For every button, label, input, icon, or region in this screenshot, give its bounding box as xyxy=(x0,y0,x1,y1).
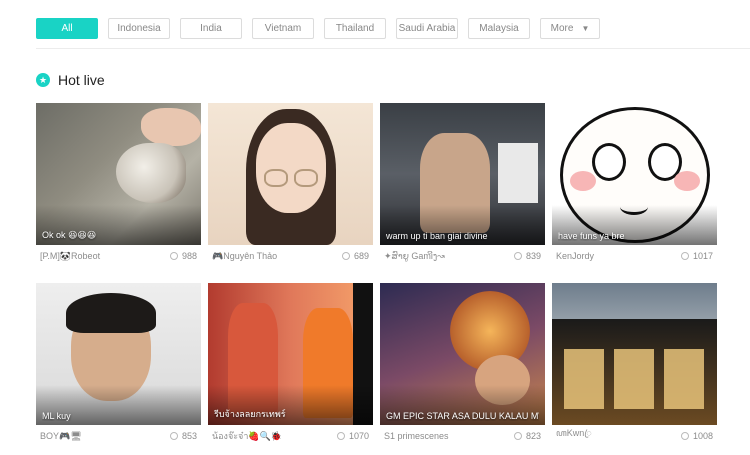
stream-card[interactable]: ML kuy BOY🎮🖥 853 xyxy=(36,283,201,447)
streamer-name[interactable]: S1 primescenes xyxy=(384,431,449,441)
streamer-name[interactable]: [P.M]🐼Robeot xyxy=(40,251,100,262)
viewer-count: 823 xyxy=(513,431,541,441)
viewer-count: 689 xyxy=(341,251,369,261)
thumb-art xyxy=(564,349,604,409)
viewer-count-value: 988 xyxy=(181,251,197,261)
streamer-name[interactable]: 🎮Nguyên Thảo xyxy=(212,251,277,262)
stream-thumbnail[interactable]: GM EPIC STAR ASA DULU KALAU MW WLIT xyxy=(380,283,545,425)
section-header: ★ Hot live xyxy=(36,72,105,88)
user-icon xyxy=(680,432,689,440)
stream-thumbnail[interactable] xyxy=(208,103,373,245)
section-title: Hot live xyxy=(58,72,105,88)
viewer-count: 853 xyxy=(169,431,197,441)
thumb-art xyxy=(570,171,596,191)
viewer-count: 1008 xyxy=(680,431,713,441)
thumb-art xyxy=(116,143,186,203)
thumb-art xyxy=(614,349,654,409)
user-icon xyxy=(341,252,350,260)
streamer-name[interactable]: KenJordy xyxy=(556,251,594,261)
thumb-art xyxy=(264,169,288,187)
streamer-name[interactable]: BOY🎮🖥 xyxy=(40,431,82,442)
stream-caption: warm up ti ban giai divine xyxy=(386,231,488,241)
streamer-name[interactable]: ꦲKwnꦿ xyxy=(556,427,592,445)
stream-meta: 🎮Nguyên Thảo 689 xyxy=(208,245,373,267)
filter-malaysia[interactable]: Malaysia xyxy=(468,18,530,39)
viewer-count-value: 1070 xyxy=(348,431,369,441)
filter-saudi-arabia[interactable]: Saudi Arabia xyxy=(396,18,458,39)
stream-card[interactable]: have funs ya bre KenJordy 1017 xyxy=(552,103,717,267)
filter-india[interactable]: India xyxy=(180,18,242,39)
stream-thumbnail[interactable]: warm up ti ban giai divine xyxy=(380,103,545,245)
thumb-art xyxy=(66,293,156,333)
chevron-down-icon: ▼ xyxy=(581,24,590,33)
stream-thumbnail[interactable]: รีบจ้างลลยกรเทพร์ xyxy=(208,283,373,425)
streamer-name[interactable]: น้องจ๊ะจ๋า🍓🔍🐞 xyxy=(212,429,282,443)
user-icon xyxy=(336,432,345,440)
viewer-count: 1017 xyxy=(680,251,713,261)
stream-meta: น้องจ๊ะจ๋า🍓🔍🐞 1070 xyxy=(208,425,373,447)
filter-indonesia[interactable]: Indonesia xyxy=(108,18,170,39)
viewer-count: 988 xyxy=(169,251,197,261)
stream-thumbnail[interactable]: have funs ya bre xyxy=(552,103,717,245)
stream-caption: GM EPIC STAR ASA DULU KALAU MW WLIT xyxy=(386,411,539,421)
viewer-count-value: 839 xyxy=(525,251,541,261)
stream-meta: KenJordy 1017 xyxy=(552,245,717,267)
viewer-count: 1070 xyxy=(336,431,369,441)
viewer-count-value: 823 xyxy=(525,431,541,441)
more-label: More xyxy=(550,23,574,34)
user-icon xyxy=(169,432,178,440)
stream-thumbnail[interactable]: Ok ok 😆😆😆 xyxy=(36,103,201,245)
user-icon xyxy=(680,252,689,260)
viewer-count-value: 1017 xyxy=(692,251,713,261)
streamer-name[interactable]: ✦ສົາຍູ Gamiິງ↝ xyxy=(384,251,445,262)
stream-caption: Ok ok 😆😆😆 xyxy=(42,230,97,240)
stream-thumbnail[interactable] xyxy=(552,283,717,425)
viewer-count-value: 1008 xyxy=(692,431,713,441)
filter-more-dropdown[interactable]: More ▼ xyxy=(540,18,600,39)
stream-meta: [P.M]🐼Robeot 988 xyxy=(36,245,201,267)
filter-divider xyxy=(36,48,750,49)
viewer-count-value: 853 xyxy=(181,431,197,441)
stream-caption: have funs ya bre xyxy=(558,231,625,241)
filter-vietnam[interactable]: Vietnam xyxy=(252,18,314,39)
country-filter-bar: All Indonesia India Vietnam Thailand Sau… xyxy=(36,18,600,39)
thumb-art xyxy=(141,108,201,146)
stream-meta: ꦲKwnꦿ 1008 xyxy=(552,425,717,447)
stream-card[interactable]: 🎮Nguyên Thảo 689 xyxy=(208,103,373,267)
stream-card[interactable]: รีบจ้างลลยกรเทพร์ น้องจ๊ะจ๋า🍓🔍🐞 1070 xyxy=(208,283,373,447)
filter-all[interactable]: All xyxy=(36,18,98,39)
stream-meta: BOY🎮🖥 853 xyxy=(36,425,201,447)
thumb-art xyxy=(592,143,626,181)
stream-card[interactable]: warm up ti ban giai divine ✦ສົາຍູ Gamiິງ… xyxy=(380,103,545,267)
thumb-art xyxy=(294,169,318,187)
stream-card[interactable]: Ok ok 😆😆😆 [P.M]🐼Robeot 988 xyxy=(36,103,201,267)
filter-thailand[interactable]: Thailand xyxy=(324,18,386,39)
user-icon xyxy=(169,252,178,260)
stream-caption: ML kuy xyxy=(42,411,71,421)
live-stream-grid: Ok ok 😆😆😆 [P.M]🐼Robeot 988 🎮Nguyên Thảo … xyxy=(36,103,717,447)
thumb-art xyxy=(498,143,538,203)
stream-meta: ✦ສົາຍູ Gamiິງ↝ 839 xyxy=(380,245,545,267)
star-icon: ★ xyxy=(36,73,50,87)
stream-caption: รีบจ้างลลยกรเทพร์ xyxy=(214,409,286,419)
stream-card[interactable]: GM EPIC STAR ASA DULU KALAU MW WLIT S1 p… xyxy=(380,283,545,447)
viewer-count: 839 xyxy=(513,251,541,261)
user-icon xyxy=(513,432,522,440)
stream-thumbnail[interactable]: ML kuy xyxy=(36,283,201,425)
stream-meta: S1 primescenes 823 xyxy=(380,425,545,447)
thumb-art xyxy=(664,349,704,409)
thumb-art xyxy=(674,171,700,191)
viewer-count-value: 689 xyxy=(353,251,369,261)
stream-card[interactable]: ꦲKwnꦿ 1008 xyxy=(552,283,717,447)
thumb-art xyxy=(256,123,326,213)
user-icon xyxy=(513,252,522,260)
